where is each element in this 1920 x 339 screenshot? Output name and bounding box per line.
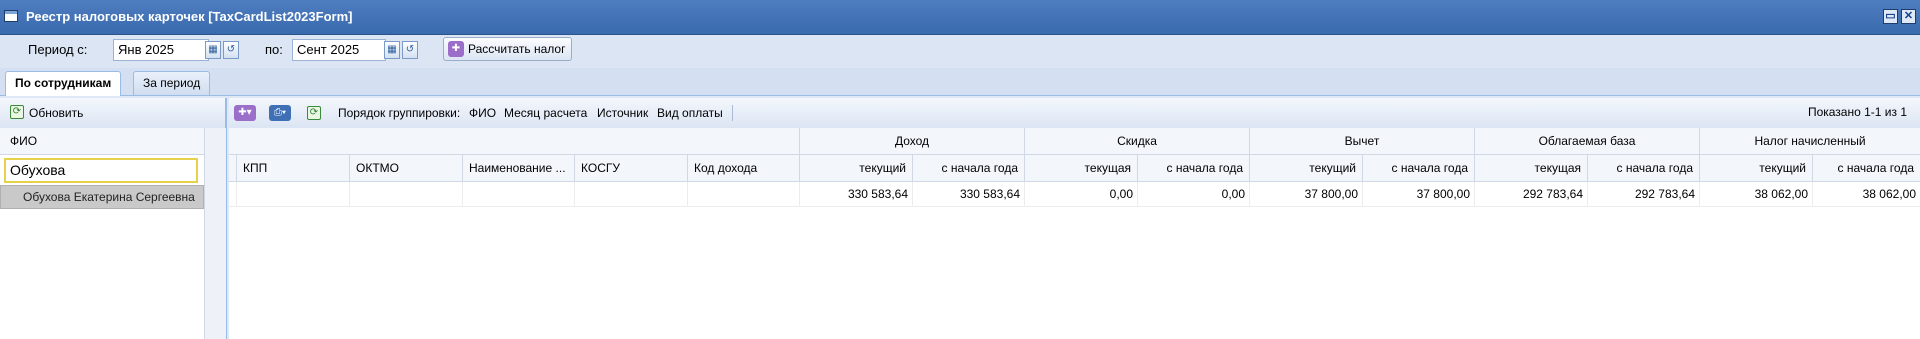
tab-by-employees[interactable]: По сотрудникам <box>5 71 122 96</box>
cell-base-ytd: 292 783,64 <box>1588 182 1700 206</box>
cell-income-ytd: 330 583,64 <box>913 182 1025 206</box>
table-row[interactable]: 330 583,64 330 583,64 0,00 0,00 37 800,0… <box>229 182 1920 207</box>
refresh-icon[interactable]: ⟳ <box>10 105 24 119</box>
group-by-month[interactable]: Месяц расчета <box>504 106 587 120</box>
grouping-label: Порядок группировки: <box>338 106 461 120</box>
paging-info: Показано 1-1 из 1 <box>1807 105 1907 119</box>
col-income-code[interactable]: Код дохода <box>688 155 800 181</box>
period-from-label: Период с: <box>28 42 88 57</box>
group-header-discount[interactable]: Скидка <box>1025 128 1250 154</box>
col-base-current[interactable]: текущая <box>1475 155 1588 181</box>
group-header-income[interactable]: Доход <box>800 128 1025 154</box>
col-kpp[interactable]: КПП <box>237 155 350 181</box>
group-header-row: Доход Скидка Вычет Облагаемая база Налог… <box>229 128 1920 155</box>
cell-discount-current: 0,00 <box>1025 182 1138 206</box>
row-expander-header <box>229 155 237 181</box>
cell-tax-current: 38 062,00 <box>1700 182 1813 206</box>
calendar-icon[interactable]: ▦ <box>384 41 400 59</box>
window-title-bar: Реестр налоговых карточек [TaxCardList20… <box>0 0 1920 35</box>
calculate-tax-button[interactable]: ✚ Рассчитать налог <box>443 37 573 61</box>
calculate-tax-label: Рассчитать налог <box>468 42 566 56</box>
restore-icon[interactable]: ▭ <box>1883 9 1898 24</box>
window-icon <box>4 10 18 22</box>
cell-deduction-current: 37 800,00 <box>1250 182 1363 206</box>
cell-kpp <box>237 182 350 206</box>
period-from-field[interactable]: Янв 2025 <box>113 39 209 61</box>
col-tax-ytd[interactable]: с начала года <box>1813 155 1920 181</box>
calculate-icon: ✚ <box>448 41 464 57</box>
cell-income-code <box>688 182 800 206</box>
col-kosgu[interactable]: КОСГУ <box>575 155 688 181</box>
group-by-source[interactable]: Источник <box>597 106 648 120</box>
cell-tax-ytd: 38 062,00 <box>1862 187 1916 201</box>
tax-card-grid: ✚▾ ⎙▾ ⟳ Порядок группировки: ФИО Месяц р… <box>229 98 1920 339</box>
row-expander[interactable] <box>229 182 237 206</box>
clear-date-icon[interactable]: ↺ <box>402 41 418 59</box>
col-deduction-current[interactable]: текущий <box>1250 155 1363 181</box>
col-oktmo[interactable]: ОКТМО <box>350 155 463 181</box>
refresh-button[interactable]: Обновить <box>29 106 83 120</box>
employee-scrollbar[interactable] <box>204 128 226 339</box>
cell-base-current: 292 783,64 <box>1475 182 1588 206</box>
group-header-taxable-base[interactable]: Облагаемая база <box>1475 128 1700 154</box>
column-header-row: КПП ОКТМО Наименование ... КОСГУ Код дох… <box>229 155 1920 182</box>
clear-date-icon[interactable]: ↺ <box>223 41 239 59</box>
col-discount-ytd[interactable]: с начала года <box>1138 155 1250 181</box>
cell-name <box>463 182 575 206</box>
period-to-label: по: <box>265 42 283 57</box>
col-name[interactable]: Наименование ... <box>463 155 575 181</box>
employee-toolbar: ⟳ Обновить <box>0 98 225 129</box>
employee-panel: ⟳ Обновить ФИО Обухова Обухова Екатерина… <box>0 98 227 339</box>
group-by-fio[interactable]: ФИО <box>469 106 496 120</box>
close-icon[interactable]: ✕ <box>1901 9 1916 24</box>
col-income-ytd[interactable]: с начала года <box>913 155 1025 181</box>
group-by-payment-type[interactable]: Вид оплаты <box>657 106 723 120</box>
calendar-icon[interactable]: ▦ <box>205 41 221 59</box>
group-header-deduction[interactable]: Вычет <box>1250 128 1475 154</box>
fio-filter-input[interactable]: Обухова <box>4 158 198 183</box>
grid-toolbar: ✚▾ ⎙▾ ⟳ Порядок группировки: ФИО Месяц р… <box>229 98 1920 129</box>
refresh-icon[interactable]: ⟳ <box>307 106 321 120</box>
group-header-tax-accrued[interactable]: Налог начисленный <box>1700 128 1920 154</box>
col-tax-current[interactable]: текущий <box>1700 155 1813 181</box>
add-icon[interactable]: ✚▾ <box>234 105 256 121</box>
tab-strip: По сотрудникам За период <box>0 68 1920 96</box>
cell-kosgu <box>575 182 688 206</box>
window-title: Реестр налоговых карточек [TaxCardList20… <box>26 9 353 24</box>
period-to-field[interactable]: Сент 2025 <box>292 39 386 61</box>
col-deduction-ytd[interactable]: с начала года <box>1363 155 1475 181</box>
employee-row[interactable]: Обухова Екатерина Сергеевна <box>0 185 204 209</box>
fio-header: ФИО <box>10 134 38 148</box>
col-discount-current[interactable]: текущая <box>1025 155 1138 181</box>
cell-oktmo <box>350 182 463 206</box>
period-toolbar: Период с: Янв 2025 ▦ ↺ по: Сент 2025 ▦ ↺… <box>0 35 1920 68</box>
cell-income-current: 330 583,64 <box>800 182 913 206</box>
toolbar-separator <box>732 105 733 121</box>
col-income-current[interactable]: текущий <box>800 155 913 181</box>
col-base-ytd[interactable]: с начала года <box>1588 155 1700 181</box>
tab-by-period[interactable]: За период <box>133 71 211 95</box>
group-header-spacer <box>229 128 800 154</box>
employee-column-header[interactable]: ФИО <box>0 128 225 155</box>
print-icon[interactable]: ⎙▾ <box>269 105 291 121</box>
cell-discount-ytd: 0,00 <box>1138 182 1250 206</box>
cell-deduction-ytd: 37 800,00 <box>1363 182 1475 206</box>
